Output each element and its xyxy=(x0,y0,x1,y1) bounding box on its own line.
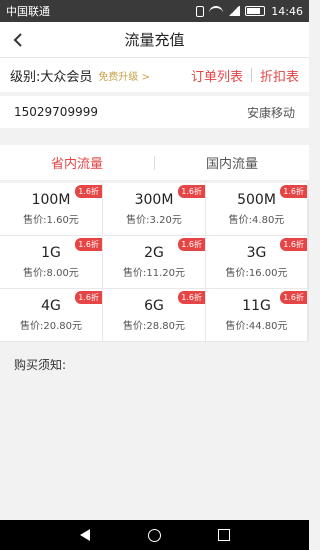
discount-badge: 1.6折 xyxy=(178,238,205,251)
package-size: 100M xyxy=(31,192,71,208)
vibrate-icon xyxy=(196,5,205,17)
system-nav-bar xyxy=(0,520,309,550)
package-card[interactable]: 1.6折 3G 售价:16.00元 xyxy=(206,236,307,288)
carrier-name: 中国联通 xyxy=(6,5,50,18)
title-bar: 流量充值 xyxy=(0,22,309,58)
traffic-tabs: 省内流量 国内流量 xyxy=(0,145,309,181)
phone-row[interactable]: 15029709999 安康移动 xyxy=(0,96,309,128)
package-size: 300M xyxy=(134,192,174,208)
discount-badge: 1.6折 xyxy=(280,291,307,304)
purchase-notice-title: 购买须知: xyxy=(14,358,67,372)
package-price: 售价:20.80元 xyxy=(20,321,82,332)
package-size: 500M xyxy=(237,192,276,208)
member-bar: 级别:大众会员 免费升级 > 订单列表 折扣表 xyxy=(0,58,309,92)
package-price: 售价:11.20元 xyxy=(123,268,185,279)
package-price: 售价:8.00元 xyxy=(23,268,79,279)
package-card[interactable]: 1.6折 100M 售价:1.60元 xyxy=(0,183,102,235)
chevron-left-icon xyxy=(13,33,22,47)
package-card[interactable]: 1.6折 500M 售价:4.80元 xyxy=(206,183,307,235)
discount-table-link[interactable]: 折扣表 xyxy=(260,66,299,85)
package-size: 1G xyxy=(41,245,61,261)
package-card[interactable]: 1.6折 11G 售价:44.80元 xyxy=(206,289,307,341)
phone-number[interactable]: 15029709999 xyxy=(14,105,98,119)
package-card[interactable]: 1.6折 300M 售价:3.20元 xyxy=(103,183,205,235)
package-price: 售价:16.00元 xyxy=(225,268,288,279)
package-size: 11G xyxy=(242,298,271,314)
back-button[interactable] xyxy=(6,28,30,52)
package-price: 售价:44.80元 xyxy=(225,321,288,332)
discount-badge: 1.6折 xyxy=(280,238,307,251)
package-grid: 1.6折 100M 售价:1.60元 1.6折 300M 售价:3.20元 1.… xyxy=(0,183,309,342)
order-list-link[interactable]: 订单列表 xyxy=(191,66,243,85)
package-size: 3G xyxy=(246,245,267,261)
package-price: 售价:1.60元 xyxy=(23,215,79,226)
tab-national-traffic[interactable]: 国内流量 xyxy=(155,153,309,172)
system-home-button[interactable] xyxy=(147,528,161,542)
system-back-button[interactable] xyxy=(78,528,92,542)
system-recents-button[interactable] xyxy=(217,528,231,542)
package-card[interactable]: 1.6折 4G 售价:20.80元 xyxy=(0,289,102,341)
package-card[interactable]: 1.6折 1G 售价:8.00元 xyxy=(0,236,102,288)
package-size: 4G xyxy=(41,298,61,314)
discount-badge: 1.6折 xyxy=(178,185,205,198)
clock: 14:46 xyxy=(271,4,303,18)
divider xyxy=(250,68,252,82)
discount-badge: 1.6折 xyxy=(75,291,102,304)
signal-icon xyxy=(228,6,241,16)
discount-badge: 1.6折 xyxy=(75,185,102,198)
package-size: 6G xyxy=(144,298,164,314)
discount-badge: 1.6折 xyxy=(280,185,307,198)
battery-icon xyxy=(245,6,266,16)
status-icons xyxy=(196,5,266,17)
package-card[interactable]: 1.6折 6G 售价:28.80元 xyxy=(103,289,205,341)
package-price: 售价:4.80元 xyxy=(228,215,285,226)
status-bar: 中国联通 14:46 xyxy=(0,0,309,22)
page-title: 流量充值 xyxy=(124,31,185,49)
square-recents-icon xyxy=(218,529,231,541)
discount-badge: 1.6折 xyxy=(75,238,102,251)
upgrade-link[interactable]: 免费升级 > xyxy=(98,68,150,83)
member-level: 级别:大众会员 xyxy=(10,69,93,85)
circle-home-icon xyxy=(147,528,161,542)
discount-badge: 1.6折 xyxy=(178,291,205,304)
phone-carrier: 安康移动 xyxy=(246,105,295,120)
wifi-icon xyxy=(209,6,224,16)
package-card[interactable]: 1.6折 2G 售价:11.20元 xyxy=(103,236,205,288)
member-actions: 订单列表 折扣表 xyxy=(191,66,299,85)
package-price: 售价:3.20元 xyxy=(126,215,182,226)
tab-province-traffic[interactable]: 省内流量 xyxy=(0,153,154,172)
package-price: 售价:28.80元 xyxy=(123,321,185,332)
triangle-back-icon xyxy=(79,529,90,541)
package-size: 2G xyxy=(144,245,164,261)
